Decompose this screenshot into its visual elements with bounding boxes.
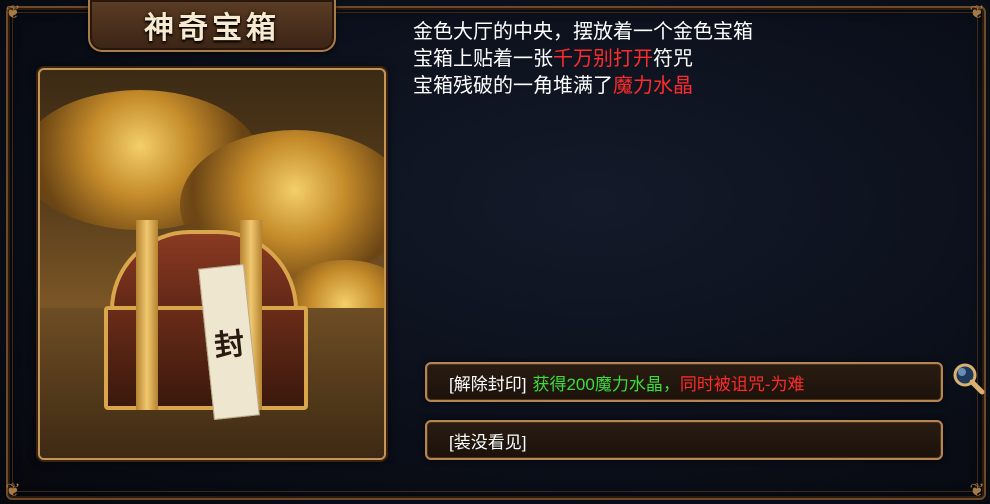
- corner-ornament-icon: ❦: [969, 2, 985, 23]
- treasure-chest-illustration: 封: [38, 68, 386, 460]
- option-unseal-reward: 获得200魔力水晶，: [532, 374, 680, 394]
- story-text: 金色大厅的中央，摆放着一个金色宝箱 宝箱上贴着一张千万别打开符咒 宝箱残破的一角…: [413, 18, 933, 99]
- event-dialog: ❦ ❦ ❦ ❦ 神奇宝箱 封 金色大厅的中央，摆放着一个金色宝箱 宝箱上贴着一张…: [0, 0, 990, 504]
- corner-ornament-icon: ❦: [5, 2, 21, 23]
- story-line-1: 金色大厅的中央，摆放着一个金色宝箱: [413, 18, 933, 45]
- option-unseal-button[interactable]: [解除封印] 获得200魔力水晶， 同时被诅咒-为难: [425, 362, 943, 402]
- option-ignore-tag: [装没看见]: [449, 432, 527, 452]
- story-line-3-highlight: 魔力水晶: [613, 73, 693, 97]
- title-banner: 神奇宝箱: [88, 0, 336, 52]
- corner-ornament-icon: ❦: [5, 480, 21, 501]
- story-line-2-suffix: 符咒: [653, 46, 693, 70]
- story-line-2: 宝箱上贴着一张千万别打开符咒: [413, 45, 933, 72]
- story-line-1-text: 金色大厅的中央，摆放着一个金色宝箱: [413, 19, 753, 43]
- option-unseal-penalty: 同时被诅咒-为难: [679, 374, 805, 394]
- story-line-2-prefix: 宝箱上贴着一张: [413, 46, 553, 70]
- option-ignore-button[interactable]: [装没看见]: [425, 420, 943, 460]
- magnifier-icon[interactable]: [951, 361, 985, 395]
- story-line-3-prefix: 宝箱残破的一角堆满了: [413, 73, 613, 97]
- dialog-title: 神奇宝箱: [144, 11, 280, 46]
- chest-band: [136, 220, 158, 410]
- story-line-2-highlight: 千万别打开: [553, 46, 653, 70]
- corner-ornament-icon: ❦: [969, 480, 985, 501]
- story-line-3: 宝箱残破的一角堆满了魔力水晶: [413, 72, 933, 99]
- option-unseal-tag: [解除封印]: [449, 374, 527, 394]
- seal-char: 封: [212, 326, 247, 365]
